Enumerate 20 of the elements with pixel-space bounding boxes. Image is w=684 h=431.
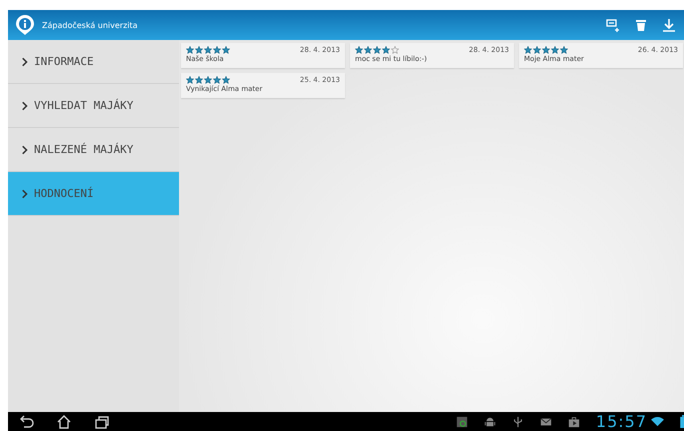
back-icon[interactable] <box>18 414 34 428</box>
chevron-icon <box>22 100 28 110</box>
sidebar-item[interactable]: HODNOCENÍ <box>8 172 179 216</box>
app-title: Západočeská univerzita <box>42 20 138 30</box>
chevron-icon <box>22 144 28 154</box>
wifi-icon <box>651 416 664 427</box>
delete-icon[interactable] <box>634 18 648 32</box>
clock: 15:57 <box>596 412 647 431</box>
bag-icon[interactable] <box>568 416 580 428</box>
screenshot-icon[interactable] <box>456 416 468 428</box>
download-icon[interactable] <box>662 18 676 32</box>
robot-icon[interactable] <box>484 416 496 428</box>
chevron-icon <box>22 56 28 66</box>
usb-icon[interactable] <box>512 416 524 428</box>
chevron-icon <box>22 188 28 198</box>
home-icon[interactable] <box>56 414 72 428</box>
info-pin-icon[interactable] <box>14 14 36 36</box>
mail-icon[interactable] <box>540 416 552 428</box>
add-list-icon[interactable] <box>606 18 620 32</box>
recent-apps-icon[interactable] <box>94 414 110 428</box>
